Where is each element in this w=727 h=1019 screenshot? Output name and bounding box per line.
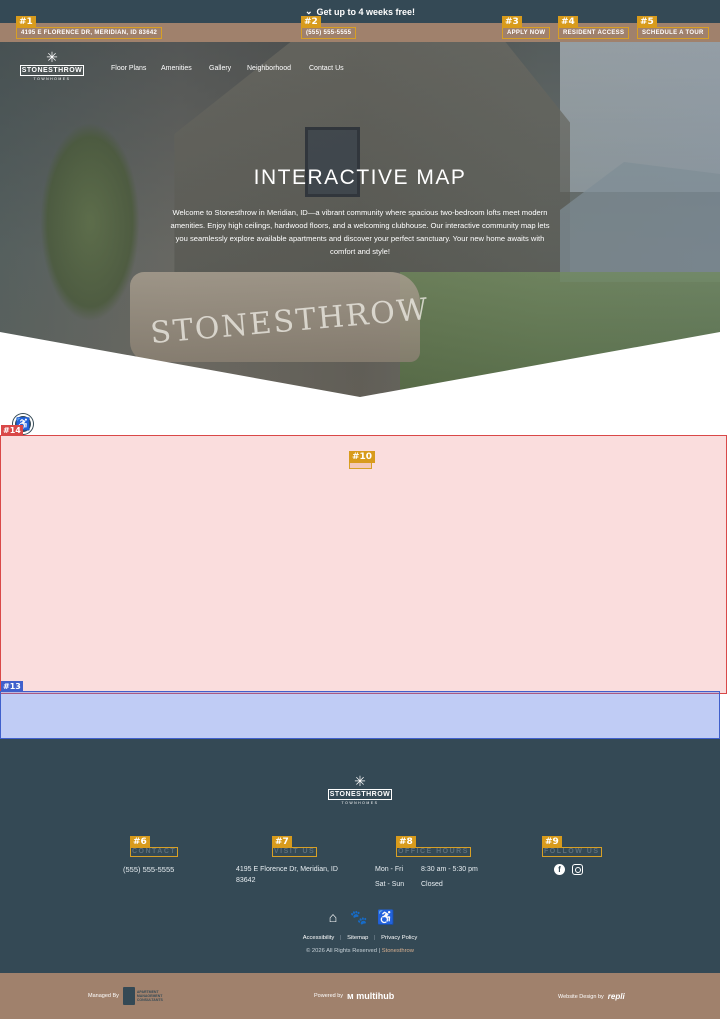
managed-by: Managed By APARTMENT MANAGEMENT CONSULTA… <box>88 987 167 1005</box>
office-hours-heading: OFFICE HOURS <box>396 847 471 857</box>
copyright-brand-link[interactable]: Stonesthrow <box>382 948 414 954</box>
marker-label: #10 <box>349 451 376 463</box>
footer-phone[interactable]: (555) 555-5555 <box>123 864 174 875</box>
nav-item-gallery[interactable]: Gallery <box>209 65 231 72</box>
privacy-policy-link[interactable]: Privacy Policy <box>381 935 417 941</box>
powered-by-label: Powered by <box>314 993 344 999</box>
multihub-logo[interactable]: ᴍ multihub <box>347 991 394 1001</box>
marker-label: #6 <box>130 836 150 848</box>
resident-access-button[interactable]: RESIDENT ACCESS <box>558 27 630 39</box>
map-loading-element[interactable] <box>349 462 372 469</box>
hours-days: Sat - Sun <box>375 881 405 888</box>
repli-logo[interactable]: repli <box>608 992 625 1001</box>
amc-logo-text: APARTMENT MANAGEMENT CONSULTANTS <box>136 990 163 1002</box>
hero-description: Welcome to Stonesthrow in Meridian, ID—a… <box>170 208 550 256</box>
phone-link[interactable]: (555) 555-5555 <box>301 27 357 39</box>
marker-label: #9 <box>542 836 562 848</box>
hours-time: Closed <box>421 881 443 888</box>
promo-text: Get up to 4 weeks free! <box>316 6 416 17</box>
nav-item-contact[interactable]: Contact Us <box>309 65 344 72</box>
promo-bar[interactable]: ⌄ Get up to 4 weeks free! <box>0 0 720 23</box>
marker-label: #1 <box>16 16 36 28</box>
windmill-icon: ✳ <box>46 49 58 65</box>
marker-label: #14 <box>1 425 23 436</box>
managed-by-label: Managed By <box>88 993 119 999</box>
copyright-text: © 2026 All Rights Reserved | <box>306 948 382 954</box>
marker-label: #5 <box>637 16 657 28</box>
marker-label: #8 <box>396 836 416 848</box>
logo-name: STONESTHROW <box>328 789 392 800</box>
page-title: INTERACTIVE MAP <box>253 166 467 189</box>
footer-links: Accessibility | Sitemap | Privacy Policy <box>302 935 418 941</box>
contact-heading: CONTACT <box>130 847 179 857</box>
marker-label: #3 <box>502 16 522 28</box>
design-by: Website Design by repli <box>558 992 625 1001</box>
nav-item-amenities[interactable]: Amenities <box>161 65 192 72</box>
sitemap-link[interactable]: Sitemap <box>347 935 368 941</box>
interactive-map-region[interactable] <box>0 435 727 694</box>
map-bottom-region[interactable] <box>0 691 720 739</box>
schedule-tour-button[interactable]: SCHEDULE A TOUR <box>637 27 709 39</box>
marker-label: #2 <box>301 16 321 28</box>
footer: ✳ STONESTHROW TOWNHOMES CONTACT #6 (555)… <box>0 739 720 973</box>
copyright: © 2026 All Rights Reserved | Stonesthrow <box>0 948 720 954</box>
amc-logo[interactable]: APARTMENT MANAGEMENT CONSULTANTS <box>122 987 167 1005</box>
logo-name: STONESTHROW <box>20 65 84 76</box>
wheelchair-accessible-icon: ♿ <box>377 908 395 925</box>
nav-item-neighborhood[interactable]: Neighborhood <box>247 65 291 72</box>
instagram-icon[interactable] <box>572 864 583 875</box>
address-link[interactable]: 4195 E FLORENCE DR, MERIDIAN, ID 83642 <box>16 27 163 39</box>
powered-by: Powered by ᴍ multihub <box>314 991 394 1001</box>
windmill-icon: ✳ <box>354 773 366 789</box>
logo-sub: TOWNHOMES <box>33 77 71 81</box>
footer-address[interactable]: 4195 E Florence Dr, Meridian, ID 83642 <box>236 864 348 886</box>
multihub-logo-text: multihub <box>356 991 395 1001</box>
hours-time: 8:30 am - 5:30 pm <box>421 866 478 873</box>
follow-heading: FOLLOW US <box>542 847 602 857</box>
pet-friendly-icon: 🐾 <box>350 908 368 925</box>
logo-sub: TOWNHOMES <box>341 801 379 805</box>
marker-label: #7 <box>272 836 292 848</box>
multihub-icon: ᴍ <box>347 991 354 1001</box>
bottom-credits-bar: Managed By APARTMENT MANAGEMENT CONSULTA… <box>0 973 720 1019</box>
site-logo[interactable]: ✳ STONESTHROW TOWNHOMES <box>20 50 84 86</box>
marker-label: #13 <box>1 681 23 692</box>
visit-heading: VISIT US <box>272 847 318 857</box>
footer-logo[interactable]: ✳ STONESTHROW TOWNHOMES <box>328 774 392 810</box>
accessibility-link[interactable]: Accessibility <box>303 935 335 941</box>
amc-building-icon <box>122 987 135 1005</box>
equal-housing-icon: ⌂ <box>328 909 338 925</box>
utility-bar: 4195 E FLORENCE DR, MERIDIAN, ID 83642 (… <box>0 23 720 42</box>
marker-label: #4 <box>558 16 578 28</box>
facebook-icon[interactable]: f <box>554 864 565 875</box>
apply-now-button[interactable]: APPLY NOW <box>502 27 551 39</box>
nav-item-floor-plans[interactable]: Floor Plans <box>111 65 146 72</box>
hours-days: Mon - Fri <box>375 866 403 873</box>
design-by-label: Website Design by <box>558 993 604 1000</box>
